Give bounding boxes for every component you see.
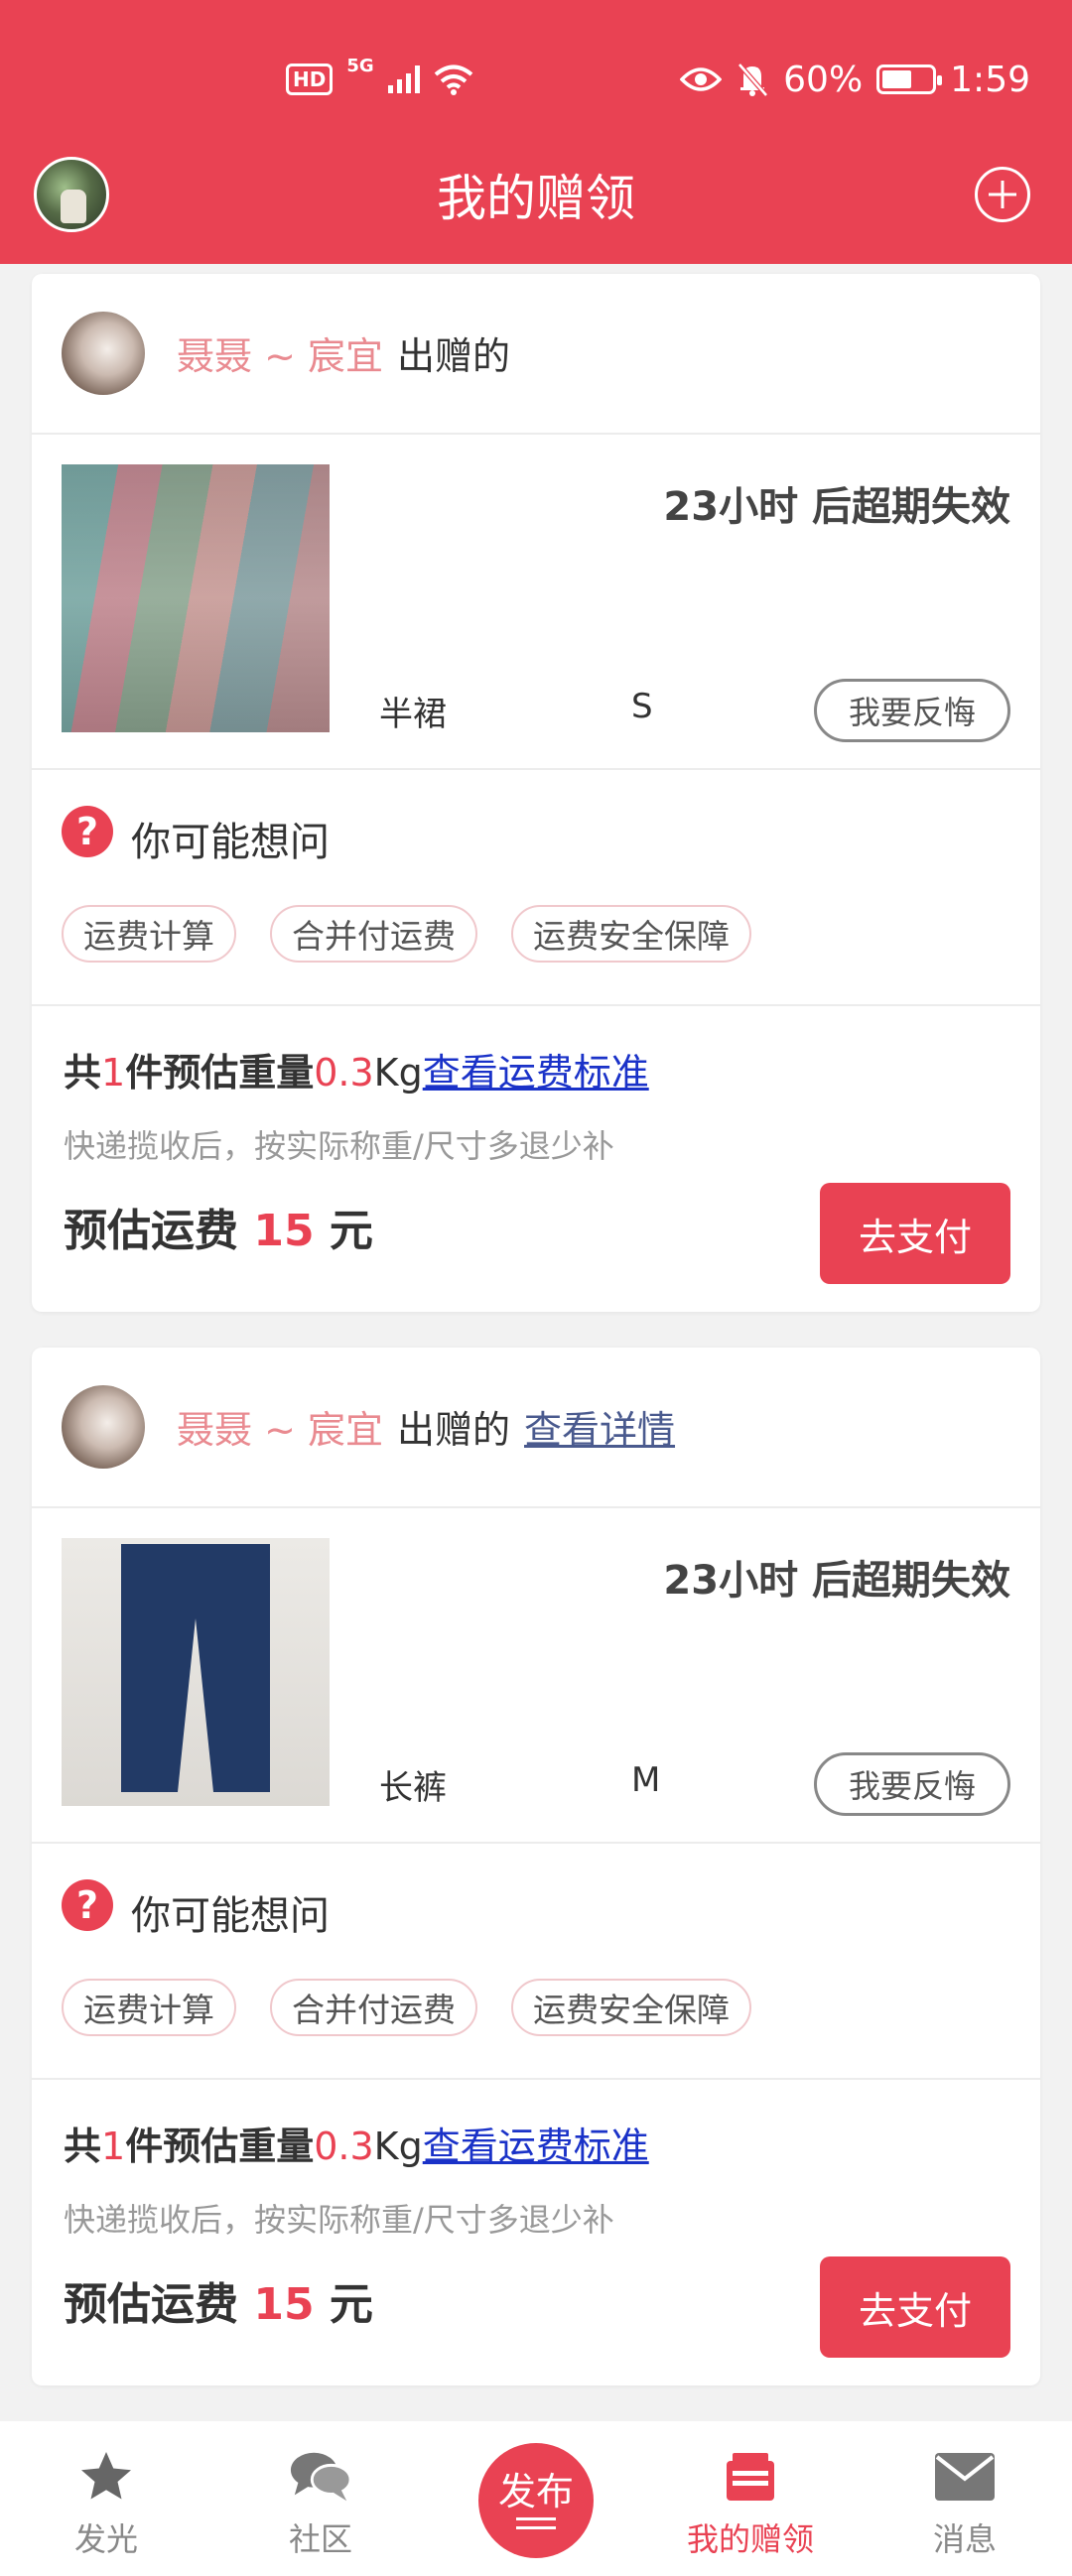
shipping-note: 快递揽收后，按实际称重/尺寸多退少补 <box>64 1127 614 1165</box>
fee-label: 预估运费 <box>64 2279 238 2330</box>
item-photo[interactable] <box>62 464 330 732</box>
nav-label: 社区 <box>288 2520 352 2558</box>
regret-button[interactable]: 我要反悔 <box>814 679 1010 742</box>
giver-avatar[interactable] <box>62 1385 145 1469</box>
top-app-bar: HD 5G 60% 1:59 我的赠领 <box>0 0 1072 264</box>
hd-badge: HD <box>286 64 334 95</box>
giver-name[interactable]: 聂聂 ~ 宸宜 <box>177 325 383 380</box>
publish-label: 发布 <box>497 2470 574 2513</box>
item-count: 1 <box>101 2125 126 2168</box>
fee-unit: 元 <box>329 1206 373 1256</box>
faq-title: 你可能想问 <box>131 820 330 865</box>
status-bar-left: HD 5G <box>286 55 473 101</box>
gift-card: 聂聂 ~ 宸宜 出赠的 查看详情 23小时 后超期失效 长裤 M 我要反悔 ? … <box>32 1348 1040 2385</box>
count-prefix: 共 <box>64 2125 102 2168</box>
weight-value: 0.3 <box>314 2125 374 2168</box>
count-prefix: 共 <box>64 1051 102 1095</box>
publish-icon <box>516 2517 556 2520</box>
item-photo[interactable] <box>62 1538 330 1806</box>
giver-suffix: 出赠的 <box>397 334 511 378</box>
shipping-standard-link[interactable]: 查看运费标准 <box>423 2116 649 2170</box>
giver-line: 聂聂 ~ 宸宜 出赠的 查看详情 <box>177 1399 675 1454</box>
envelope-icon <box>933 2445 997 2509</box>
giver-avatar[interactable] <box>62 312 145 395</box>
network-type: 5G <box>346 55 374 76</box>
faq-chips: 运费计算 合并付运费 运费安全保障 <box>62 905 751 963</box>
item-name: 半裙 <box>379 695 447 734</box>
expire-countdown: 23小时 后超期失效 <box>663 484 1010 530</box>
star-icon <box>74 2445 138 2509</box>
item-size: S <box>631 687 653 726</box>
fee-label: 预估运费 <box>64 1206 238 1256</box>
pay-button[interactable]: 去支付 <box>820 2256 1010 2358</box>
chat-bubbles-icon <box>289 2445 352 2509</box>
fee-value: 15 <box>253 1206 315 1256</box>
expire-countdown: 23小时 后超期失效 <box>663 1558 1010 1604</box>
weight-unit: Kg <box>373 2125 423 2168</box>
view-details-link[interactable]: 查看详情 <box>524 1399 675 1454</box>
giver-name[interactable]: 聂聂 ~ 宸宜 <box>177 1399 383 1454</box>
pay-button[interactable]: 去支付 <box>820 1183 1010 1284</box>
faq-title: 你可能想问 <box>131 1893 330 1939</box>
card-header: 聂聂 ~ 宸宜 出赠的 查看详情 <box>32 1348 1040 1508</box>
page-title: 我的赠领 <box>437 170 635 227</box>
count-unit: 件 <box>125 1051 164 1095</box>
weight-unit: Kg <box>373 1051 423 1095</box>
estimated-fee: 预估运费 15 元 <box>64 1195 373 1258</box>
question-icon: ? <box>62 806 113 857</box>
nav-item-messages[interactable]: 消息 <box>885 2421 1044 2576</box>
regret-button[interactable]: 我要反悔 <box>814 1752 1010 1816</box>
item-name: 长裤 <box>379 1768 447 1808</box>
gift-box-icon <box>719 2445 782 2509</box>
item-row: 23小时 后超期失效 长裤 M 我要反悔 <box>32 1508 1040 1844</box>
faq-chip-shipping-calc[interactable]: 运费计算 <box>62 905 236 963</box>
faq-chip-shipping-guarantee[interactable]: 运费安全保障 <box>511 905 751 963</box>
question-icon: ? <box>62 1879 113 1931</box>
nav-item-shine[interactable]: 发光 <box>27 2421 186 2576</box>
giver-line: 聂聂 ~ 宸宜 出赠的 <box>177 325 510 380</box>
count-unit: 件 <box>125 2125 164 2168</box>
fee-unit: 元 <box>329 2279 373 2330</box>
faq-chips: 运费计算 合并付运费 运费安全保障 <box>62 1979 751 2036</box>
shipping-section: 共 1 件 预估重量 0.3 Kg 查看运费标准 快递揽收后，按实际称重/尺寸多… <box>32 1006 1040 1312</box>
weight-value: 0.3 <box>314 1051 374 1095</box>
clock: 1:59 <box>950 59 1030 100</box>
fee-value: 15 <box>253 2279 315 2330</box>
faq-chip-shipping-guarantee[interactable]: 运费安全保障 <box>511 1979 751 2036</box>
faq-chip-shipping-calc[interactable]: 运费计算 <box>62 1979 236 2036</box>
weight-label: 预估重量 <box>163 2125 315 2168</box>
giver-suffix: 出赠的 <box>397 1408 511 1452</box>
eye-icon <box>680 67 723 91</box>
nav-label: 我的赠领 <box>686 2520 814 2558</box>
status-bar-right: 60% 1:59 <box>680 58 1030 101</box>
weight-label: 预估重量 <box>163 1051 315 1095</box>
nav-label: 发光 <box>73 2520 138 2558</box>
battery-icon <box>876 64 943 94</box>
signal-icon <box>387 65 420 93</box>
shipping-standard-link[interactable]: 查看运费标准 <box>423 1042 649 1096</box>
shipping-summary: 共 1 件 预估重量 0.3 Kg 查看运费标准 <box>64 2116 649 2170</box>
card-header: 聂聂 ~ 宸宜 出赠的 <box>32 274 1040 435</box>
faq-chip-merge-shipping[interactable]: 合并付运费 <box>270 905 477 963</box>
nav-label: 消息 <box>932 2520 997 2558</box>
shipping-summary: 共 1 件 预估重量 0.3 Kg 查看运费标准 <box>64 1042 649 1096</box>
item-count: 1 <box>101 1051 126 1095</box>
estimated-fee: 预估运费 15 元 <box>64 2268 373 2332</box>
publish-button[interactable]: 发布 <box>478 2443 594 2558</box>
shipping-section: 共 1 件 预估重量 0.3 Kg 查看运费标准 快递揽收后，按实际称重/尺寸多… <box>32 2080 1040 2385</box>
faq-chip-merge-shipping[interactable]: 合并付运费 <box>270 1979 477 2036</box>
nav-item-my-gifts[interactable]: 我的赠领 <box>671 2421 830 2576</box>
nav-item-community[interactable]: 社区 <box>241 2421 400 2576</box>
item-size: M <box>631 1760 661 1800</box>
item-row: 23小时 后超期失效 半裙 S 我要反悔 <box>32 435 1040 770</box>
faq-section: ? 你可能想问 运费计算 合并付运费 运费安全保障 <box>32 770 1040 1006</box>
faq-section: ? 你可能想问 运费计算 合并付运费 运费安全保障 <box>32 1844 1040 2080</box>
add-plus-button[interactable] <box>975 167 1030 222</box>
battery-percent: 60% <box>783 59 864 100</box>
wifi-icon <box>434 64 472 95</box>
shipping-note: 快递揽收后，按实际称重/尺寸多退少补 <box>64 2201 614 2239</box>
mute-bell-icon <box>737 63 769 97</box>
publish-icon-line <box>516 2526 556 2529</box>
gift-card: 聂聂 ~ 宸宜 出赠的 23小时 后超期失效 半裙 S 我要反悔 ? 你可能想问… <box>32 274 1040 1312</box>
